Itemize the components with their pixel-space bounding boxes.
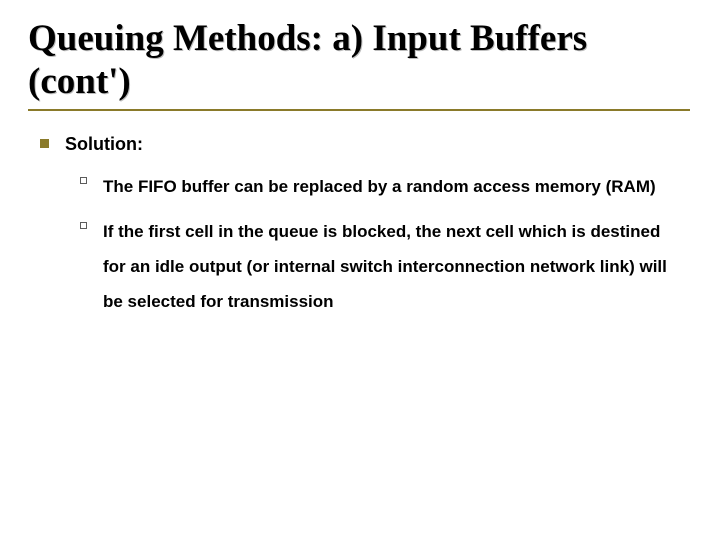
hollow-square-bullet-icon — [80, 177, 87, 184]
list-item: Solution: — [40, 133, 692, 156]
hollow-square-bullet-icon — [80, 222, 87, 229]
point-text: The FIFO buffer can be replaced by a ran… — [103, 170, 656, 205]
slide-title: Queuing Methods: a) Input Buffers (cont'… — [28, 18, 692, 103]
solution-label: Solution: — [65, 133, 143, 156]
list-item: If the first cell in the queue is blocke… — [80, 215, 692, 320]
title-underline — [28, 109, 690, 111]
point-text: If the first cell in the queue is blocke… — [103, 215, 683, 320]
sub-list: The FIFO buffer can be replaced by a ran… — [80, 170, 692, 319]
slide-body: Solution: The FIFO buffer can be replace… — [28, 133, 692, 320]
square-bullet-icon — [40, 139, 49, 148]
slide: Queuing Methods: a) Input Buffers (cont'… — [0, 0, 720, 540]
list-item: The FIFO buffer can be replaced by a ran… — [80, 170, 692, 205]
